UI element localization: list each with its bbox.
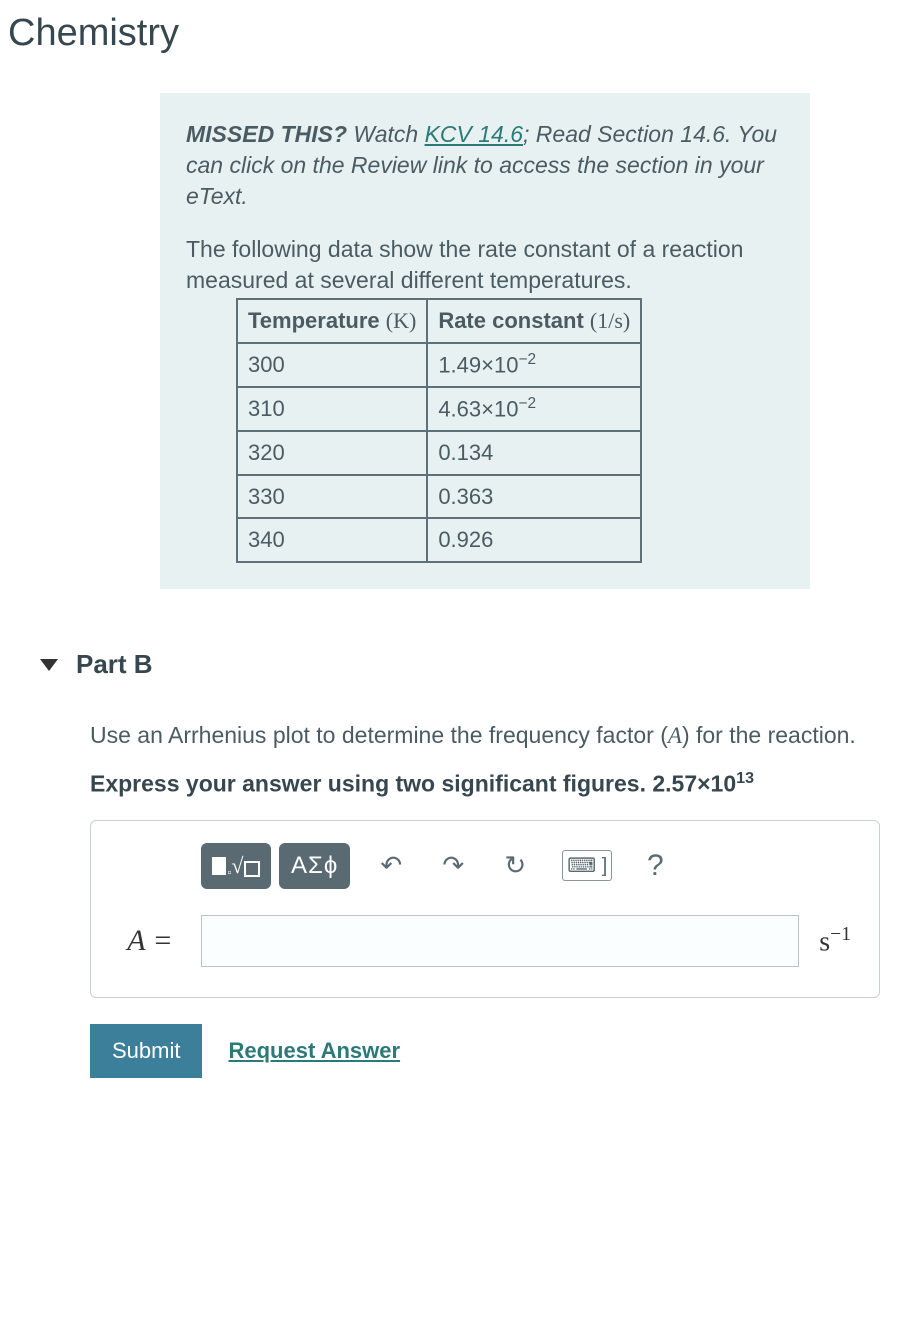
table-row: 3200.134 — [237, 431, 641, 475]
keyboard-button[interactable]: ⌨ ] — [562, 850, 612, 881]
part-toggle[interactable]: Part B — [40, 649, 904, 680]
table-row: 3001.49×10−2 — [237, 343, 641, 387]
temp-cell: 320 — [237, 431, 427, 475]
rate-cell: 0.363 — [427, 475, 641, 519]
toolbar: ▫√ ΑΣϕ ↶ ↷ ↻ ⌨ ] ? — [201, 843, 857, 889]
table-row: 3300.363 — [237, 475, 641, 519]
page-title: Chemistry — [0, 0, 904, 63]
data-table: Temperature (K) Rate constant (1/s) 3001… — [236, 298, 642, 563]
redo-button[interactable]: ↷ — [432, 845, 474, 887]
answer-input[interactable] — [201, 915, 799, 967]
rate-cell: 0.134 — [427, 431, 641, 475]
temp-cell: 310 — [237, 387, 427, 431]
table-row: 3104.63×10−2 — [237, 387, 641, 431]
part-body: Use an Arrhenius plot to determine the f… — [90, 720, 880, 1078]
instruction-text: Use an Arrhenius plot to determine the f… — [90, 720, 880, 751]
answer-box: ▫√ ΑΣϕ ↶ ↷ ↻ ⌨ ] ? A = s−1 — [90, 820, 880, 998]
rate-cell: 1.49×10−2 — [427, 343, 641, 387]
submit-button[interactable]: Submit — [90, 1024, 202, 1078]
hint-text: MISSED THIS? Watch KCV 14.6; Read Sectio… — [186, 119, 784, 212]
table-row: 3400.926 — [237, 518, 641, 562]
caret-down-icon — [40, 659, 58, 671]
unit-label: s−1 — [813, 924, 857, 958]
temp-cell: 340 — [237, 518, 427, 562]
reset-button[interactable]: ↻ — [494, 845, 536, 887]
rectangle-icon — [212, 857, 226, 875]
hint-link[interactable]: KCV 14.6 — [425, 121, 523, 147]
question-panel: MISSED THIS? Watch KCV 14.6; Read Sectio… — [160, 93, 810, 589]
temp-cell: 300 — [237, 343, 427, 387]
input-row: A = s−1 — [113, 915, 857, 967]
hint-watch: Watch — [347, 121, 425, 147]
missed-label: MISSED THIS? — [186, 121, 347, 147]
rate-cell: 4.63×10−2 — [427, 387, 641, 431]
express-text: Express your answer using two significan… — [90, 769, 880, 798]
actions-row: Submit Request Answer — [90, 1024, 880, 1078]
request-answer-link[interactable]: Request Answer — [228, 1038, 400, 1064]
question-text: The following data show the rate constan… — [186, 234, 784, 296]
symbols-button[interactable]: ΑΣϕ — [279, 843, 350, 889]
templates-button[interactable]: ▫√ — [201, 843, 271, 889]
rate-cell: 0.926 — [427, 518, 641, 562]
table-header-rate: Rate constant (1/s) — [427, 299, 641, 343]
temp-cell: 330 — [237, 475, 427, 519]
help-button[interactable]: ? — [634, 845, 676, 887]
root-icon: ▫√ — [228, 853, 261, 879]
undo-button[interactable]: ↶ — [370, 845, 412, 887]
part-label: Part B — [76, 649, 153, 680]
variable-label: A = — [113, 924, 187, 958]
table-header-temp: Temperature (K) — [237, 299, 427, 343]
